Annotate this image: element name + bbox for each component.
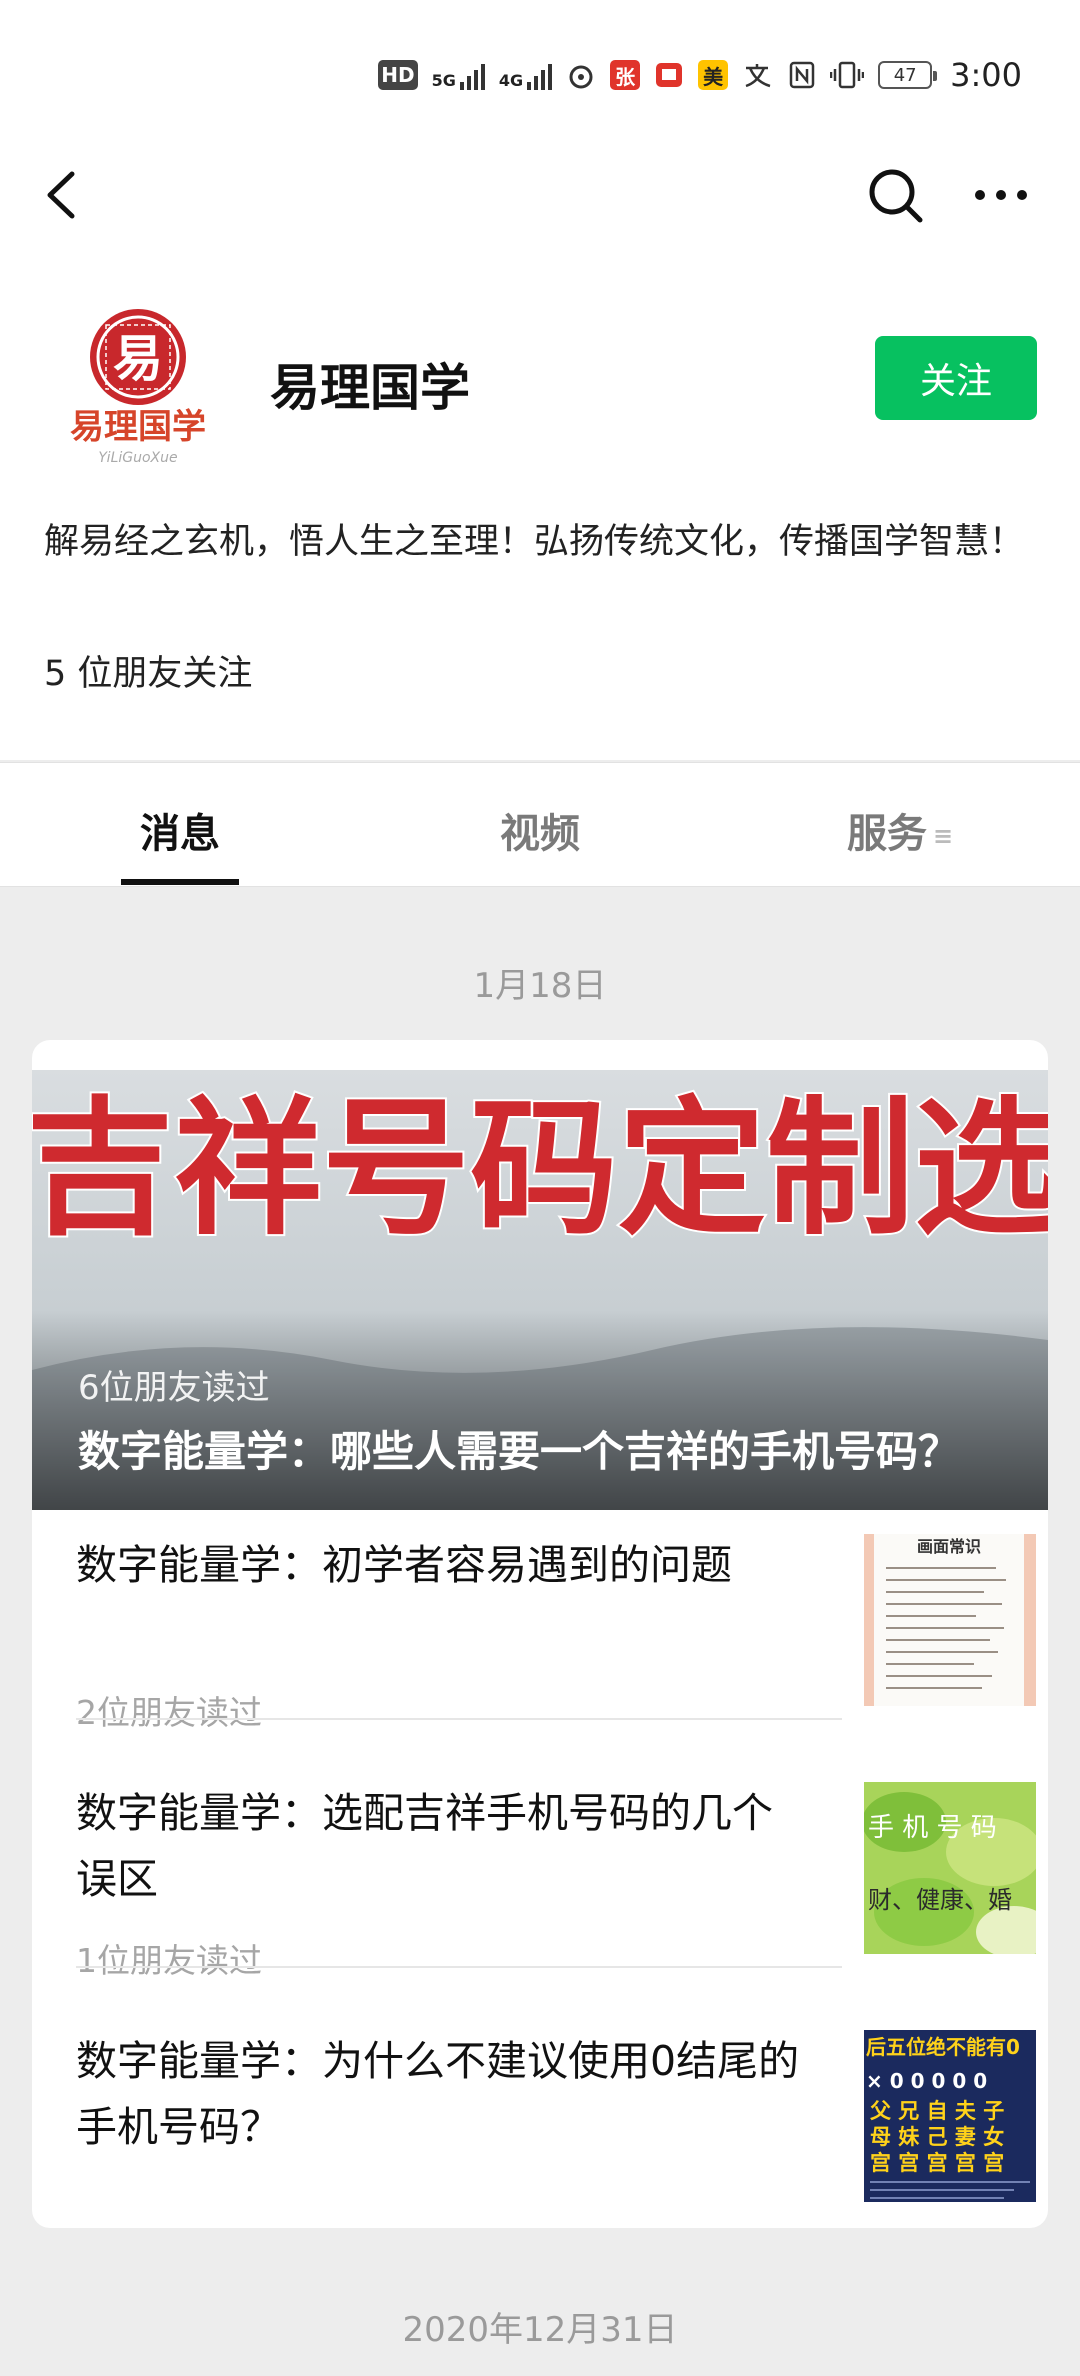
account-bio: 解易经之玄机，悟人生之至理！弘扬传统文化，传播国学智慧！	[44, 522, 1025, 562]
svg-text:母 妹 己 妻 女: 母 妹 己 妻 女	[870, 2125, 1004, 2149]
article-thumbnail: 后五位绝不能有0 × 0 0 0 0 0 父 兄 自 夫 子 母 妹 己 妻 女…	[864, 2030, 1036, 2202]
article-thumbnail: 画面常识	[864, 1534, 1036, 1706]
article-readers: 2位朋友读过	[76, 1693, 262, 1732]
article-thumbnail: 手 机 号 码 财、健康、婚	[864, 1782, 1036, 1954]
translate-icon	[745, 64, 771, 88]
logo-seal-icon: 易 易理国学 YiLiGuoXue	[70, 309, 206, 466]
active-tab-indicator	[121, 879, 239, 885]
more-horizontal-icon	[975, 190, 1027, 200]
clock: 3:00	[950, 56, 1022, 94]
article-item[interactable]: 数字能量学：初学者容易遇到的问题 2位朋友读过 画面常识	[76, 1510, 1036, 1758]
hd-indicator: HD	[378, 60, 418, 90]
official-account-page: HD 5G 4G 张 美 47 3:00 易 易理国学 YiLiGuoXue 易…	[0, 0, 1080, 2376]
network-4g-indicator: 4G	[499, 60, 553, 90]
svg-text:宫 宫 宫 宫 宫: 宫 宫 宫 宫 宫	[870, 2151, 1004, 2175]
tab-bar: 消息 视频 服务 ≡	[0, 762, 1080, 887]
thumbnail-image: 画面常识	[864, 1534, 1036, 1706]
svg-text:手 机 号 码: 手 机 号 码	[868, 1813, 997, 1843]
weibo-icon	[569, 65, 593, 89]
article-item[interactable]: 数字能量学：为什么不建议使用0结尾的手机号码？ 后五位绝不能有0 × 0 0 0…	[76, 2006, 1036, 2228]
item-divider	[76, 1718, 842, 1720]
tab-video[interactable]: 视频	[420, 801, 660, 859]
signal-4g-icon	[527, 60, 553, 90]
date-label: 1月18日	[473, 966, 607, 1006]
cover-title: 数字能量学：哪些人需要一个吉祥的手机号码？	[78, 1427, 961, 1476]
network-5g-indicator: 5G	[432, 60, 485, 90]
navigation-bar	[0, 150, 1080, 240]
svg-text:财、健康、婚: 财、健康、婚	[868, 1886, 1012, 1914]
svg-text:父 兄 自 夫 子: 父 兄 自 夫 子	[870, 2099, 1004, 2123]
search-icon	[869, 169, 923, 223]
svg-text:画面常识: 画面常识	[917, 1537, 981, 1556]
nfc-icon	[789, 61, 815, 89]
account-logo[interactable]: 易 易理国学 YiLiGuoXue	[58, 302, 218, 470]
item-divider	[76, 1966, 842, 1968]
article-title: 数字能量学：为什么不建议使用0结尾的手机号码？	[76, 2037, 800, 2151]
thumbnail-image: 手 机 号 码 财、健康、婚	[864, 1782, 1036, 1954]
status-bar: HD 5G 4G 张 美 47 3:00	[0, 0, 1080, 150]
svg-text:吉祥号码定制选: 吉祥号码定制选	[32, 1083, 1048, 1255]
more-button[interactable]	[968, 162, 1034, 228]
signal-5g-icon	[459, 60, 485, 90]
zhang-app-icon: 张	[610, 60, 641, 90]
follow-button[interactable]: 关注	[875, 336, 1037, 420]
tab-services[interactable]: 服务 ≡	[780, 801, 1020, 859]
book-app-icon	[656, 63, 683, 87]
svg-text:易理国学: 易理国学	[70, 407, 206, 447]
svg-text:YiLiGuoXue: YiLiGuoXue	[98, 450, 177, 466]
account-name: 易理国学	[270, 359, 470, 417]
chevron-left-icon	[47, 171, 75, 219]
svg-text:易: 易	[113, 330, 163, 388]
meituan-icon: 美	[698, 60, 729, 90]
search-button[interactable]	[862, 162, 928, 228]
article-readers: 1位朋友读过	[76, 1941, 262, 1980]
date-label: 2020年12月31日	[402, 2310, 678, 2350]
svg-text:后五位绝不能有0: 后五位绝不能有0	[866, 2035, 1020, 2059]
battery-icon: 47	[878, 61, 938, 89]
article-title: 数字能量学：初学者容易遇到的问题	[76, 1541, 732, 1589]
article-group-card: 吉祥号码定制选 6位朋友读过 数字能量学：哪些人需要一个吉祥的手机号码？ 数字能…	[32, 1040, 1048, 2228]
tab-messages[interactable]: 消息	[60, 801, 300, 859]
account-profile: 易 易理国学 YiLiGuoXue 易理国学 关注 解易经之玄机，悟人生之至理！…	[0, 240, 1080, 760]
cover-article[interactable]: 吉祥号码定制选 6位朋友读过 数字能量学：哪些人需要一个吉祥的手机号码？	[32, 1070, 1048, 1510]
friends-following-count[interactable]: 5 位朋友关注	[44, 645, 252, 696]
vibrate-icon	[830, 61, 865, 89]
menu-lines-icon: ≡	[932, 822, 954, 850]
back-button[interactable]	[30, 162, 96, 228]
article-title: 数字能量学：选配吉祥手机号码的几个误区	[76, 1789, 773, 1903]
cover-readers: 6位朋友读过	[78, 1368, 270, 1408]
thumbnail-image: 后五位绝不能有0 × 0 0 0 0 0 父 兄 自 夫 子 母 妹 己 妻 女…	[864, 2030, 1036, 2202]
svg-text:× 0 0 0 0 0: × 0 0 0 0 0	[866, 2069, 987, 2093]
article-item[interactable]: 数字能量学：选配吉祥手机号码的几个误区 1位朋友读过 手 机 号 码 财、健康、…	[76, 1758, 1036, 2006]
